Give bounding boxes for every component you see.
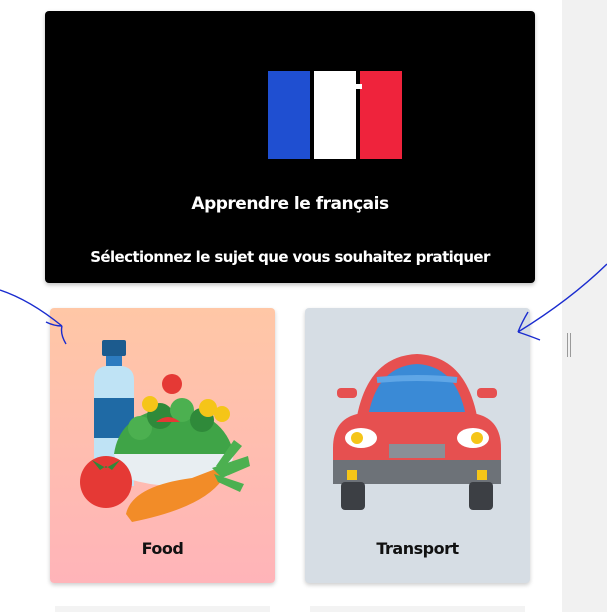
page-title: Apprendre le français [191, 194, 389, 214]
next-card-peek [310, 606, 525, 612]
car-illustration-icon [333, 354, 501, 510]
page-subtitle: Sélectionnez le sujet que vous souhaitez… [90, 248, 490, 266]
topic-card-food[interactable]: Food [50, 308, 275, 583]
next-card-peek [55, 606, 270, 612]
scrollbar-grip-icon[interactable] [567, 333, 572, 357]
french-flag-icon [268, 71, 402, 159]
topic-card-food-label: Food [141, 539, 184, 558]
topic-card-transport[interactable]: Transport [305, 308, 530, 583]
page: Apprendre le français Sélectionnez le su… [0, 0, 607, 612]
hero-banner: Apprendre le français Sélectionnez le su… [45, 11, 535, 283]
scrollbar-track[interactable] [562, 0, 607, 612]
topic-card-transport-label: Transport [376, 539, 459, 558]
food-illustration-icon [80, 340, 250, 522]
